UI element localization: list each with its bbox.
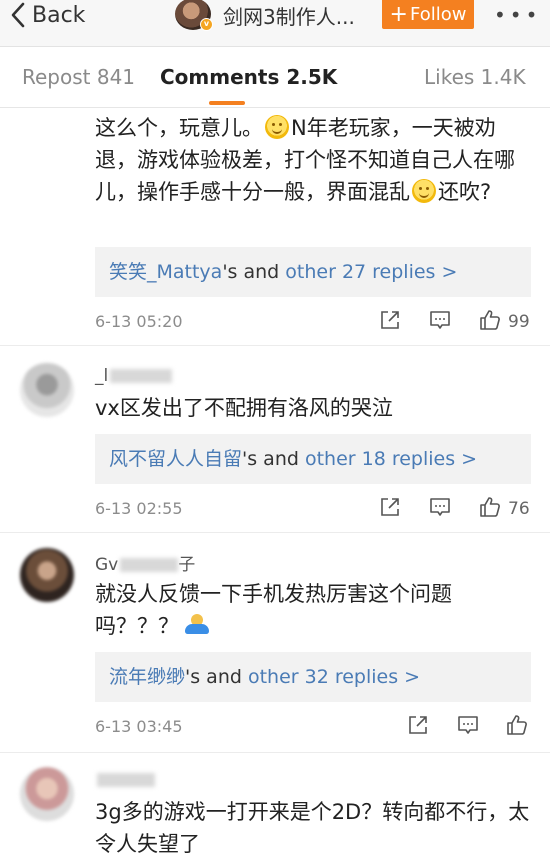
thumbs-up-icon[interactable] — [505, 713, 531, 739]
comment-footer: 6-13 03:45 — [95, 713, 535, 743]
shrug-emoji-icon — [183, 614, 211, 636]
comment-footer: 6-13 05:20 99 — [95, 308, 535, 338]
comment-text: vx区发出了不配拥有洛风的哭泣 — [95, 396, 393, 420]
top-bar: Back v 剑网3制作人... + Follow ••• — [0, 0, 550, 47]
blurred-username — [120, 558, 179, 572]
replies-preview[interactable]: 流年缈缈's and other 32 replies > — [95, 652, 531, 702]
verified-badge-icon: v — [200, 18, 213, 31]
reply-user-link[interactable]: 流年缈缈 — [109, 666, 185, 688]
divider — [0, 752, 550, 753]
blurred-username — [97, 773, 155, 787]
divider — [0, 345, 550, 346]
tab-likes[interactable]: Likes 1.4K — [424, 65, 526, 89]
comment-text: 这么个，玩意儿。 N年老玩家，一天被劝退，游戏体验极差，打个怪不知道自己人在哪儿，… — [95, 115, 515, 204]
like-count: 99 — [508, 312, 530, 332]
follow-label: Follow — [409, 4, 467, 25]
thumbs-up-icon[interactable] — [478, 495, 504, 521]
comment-username[interactable]: _l — [95, 366, 173, 386]
plus-icon: + — [389, 1, 408, 27]
comment-text: 3g多的游戏一打开来是个2D？转向都不行，太令人失望了 — [95, 800, 530, 856]
tab-repost[interactable]: Repost 841 — [22, 65, 135, 89]
share-icon[interactable] — [378, 308, 404, 334]
more-options-button[interactable]: ••• — [494, 3, 541, 27]
divider — [0, 532, 550, 533]
back-button[interactable]: Back — [10, 0, 85, 30]
share-icon[interactable] — [378, 495, 404, 521]
active-tab-indicator — [209, 101, 245, 105]
more-replies-link[interactable]: other 27 replies > — [285, 261, 457, 283]
smile-emoji-icon — [265, 115, 289, 139]
comment-username[interactable] — [95, 770, 155, 790]
avatar[interactable]: v — [175, 0, 213, 31]
tab-bar: Repost 841 Comments 2.5K Likes 1.4K — [0, 48, 550, 108]
avatar[interactable] — [20, 548, 74, 602]
reply-user-link[interactable]: 笑笑_Mattya — [109, 261, 222, 283]
reply-user-link[interactable]: 风不留人人自留 — [109, 448, 242, 470]
avatar[interactable] — [20, 363, 74, 417]
thumbs-up-icon[interactable] — [478, 308, 504, 334]
page-title: 剑网3制作人... — [223, 4, 355, 29]
comment-text: 就没人反馈一下手机发热厉害这个问题吗？？？ — [95, 582, 452, 638]
replies-preview[interactable]: 风不留人人自留's and other 18 replies > — [95, 434, 531, 484]
chevron-left-icon — [11, 2, 25, 28]
comment-username[interactable]: Gv 子 — [95, 550, 195, 575]
replies-preview[interactable]: 笑笑_Mattya's and other 27 replies > — [95, 247, 531, 297]
comment-icon[interactable] — [428, 495, 454, 521]
comment-time: 6-13 05:20 — [95, 312, 183, 331]
blurred-username — [110, 369, 173, 383]
more-replies-link[interactable]: other 18 replies > — [305, 448, 477, 470]
comment-icon[interactable] — [428, 308, 454, 334]
follow-button[interactable]: + Follow — [382, 0, 474, 29]
back-label: Back — [32, 2, 86, 28]
tab-comments[interactable]: Comments 2.5K — [160, 65, 337, 89]
like-count: 76 — [508, 499, 530, 519]
smile-emoji-icon — [412, 179, 436, 203]
share-icon[interactable] — [406, 713, 432, 739]
profile-header[interactable]: v 剑网3制作人... — [175, 0, 355, 31]
comment-footer: 6-13 02:55 76 — [95, 495, 535, 525]
comment-time: 6-13 02:55 — [95, 499, 183, 518]
avatar[interactable] — [20, 767, 74, 821]
more-replies-link[interactable]: other 32 replies > — [248, 666, 420, 688]
comment-time: 6-13 03:45 — [95, 717, 183, 736]
comment-icon[interactable] — [456, 713, 482, 739]
